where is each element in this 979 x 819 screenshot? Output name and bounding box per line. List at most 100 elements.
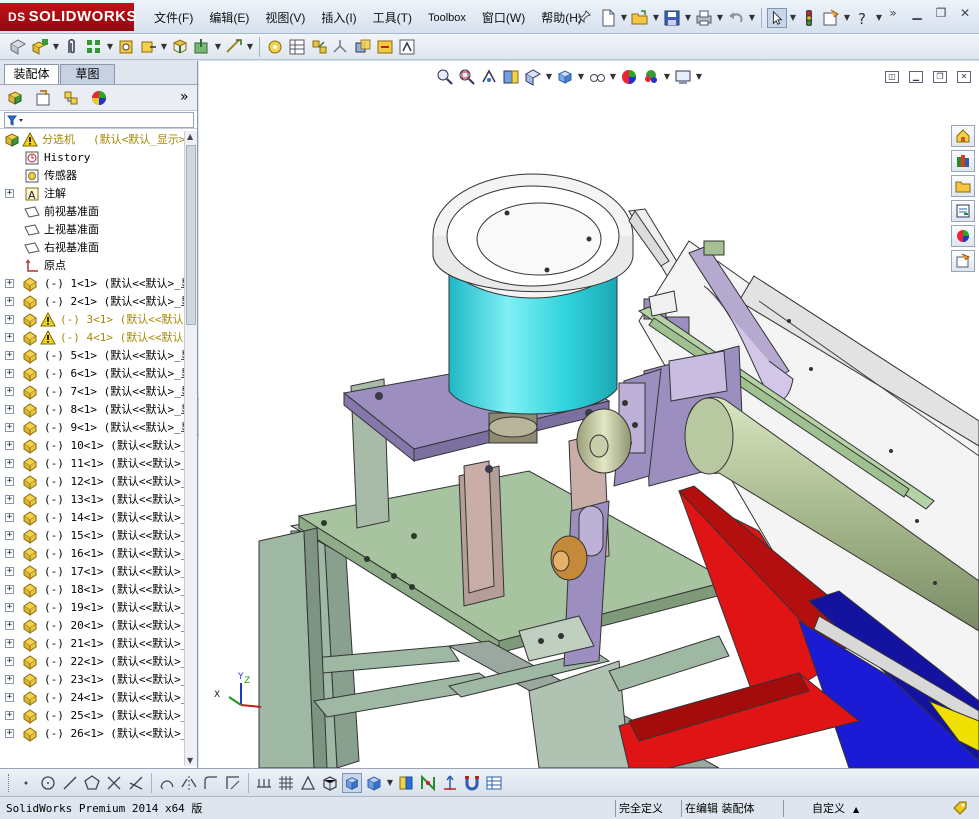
- convert-entities-icon[interactable]: [223, 773, 243, 793]
- feature-tree-icon[interactable]: [6, 89, 24, 107]
- previous-view-icon[interactable]: [479, 67, 499, 87]
- interference-detection-icon[interactable]: [353, 37, 373, 57]
- menu-file[interactable]: 文件(F): [146, 9, 201, 27]
- physical-dynamics-icon[interactable]: [418, 773, 438, 793]
- line-icon[interactable]: [60, 773, 80, 793]
- assembly-features-icon[interactable]: [192, 37, 212, 57]
- scroll-down-icon[interactable]: ▼: [187, 756, 193, 765]
- active-view-cube-icon[interactable]: [342, 772, 362, 793]
- chevron-down-icon[interactable]: ▼: [652, 8, 660, 28]
- component-properties-icon[interactable]: [396, 773, 416, 793]
- view-palette-tab[interactable]: [951, 200, 975, 222]
- chevron-down-icon[interactable]: ▼: [386, 773, 394, 793]
- help-icon[interactable]: ?: [853, 8, 873, 28]
- unit-system-selector[interactable]: 自定义 ▲: [812, 800, 859, 817]
- component-row[interactable]: + (-) 10<1> (默认<<默认>_: [0, 437, 184, 455]
- zoom-to-area-icon[interactable]: [457, 67, 477, 87]
- tree-item-right-plane[interactable]: 右视基准面: [0, 239, 184, 257]
- custom-properties-tab[interactable]: [951, 250, 975, 272]
- component-row[interactable]: + (-) 12<1> (默认<<默认>_: [0, 473, 184, 491]
- tree-item-top-plane[interactable]: 上视基准面: [0, 221, 184, 239]
- component-row[interactable]: + (-) 22<1> (默认<<默认>_: [0, 653, 184, 671]
- graphics-area[interactable]: Y X Z ▼ ▼ ▼ ▼ ▼ ◫ ▁ ❐ ✕: [199, 61, 979, 768]
- edit-appearance-icon[interactable]: [619, 67, 639, 87]
- expand-toggle[interactable]: +: [5, 585, 14, 594]
- expand-toggle[interactable]: +: [5, 333, 14, 342]
- mirror-icon[interactable]: [179, 773, 199, 793]
- file-explorer-tab[interactable]: [951, 175, 975, 197]
- expand-toggle[interactable]: +: [5, 567, 14, 576]
- tree-item-sensors[interactable]: 传感器: [0, 167, 184, 185]
- component-row[interactable]: + (-) 19<1> (默认<<默认>_: [0, 599, 184, 617]
- scrollbar-thumb[interactable]: [186, 145, 196, 325]
- menu-edit[interactable]: 编辑(E): [201, 9, 257, 27]
- menu-toolbox[interactable]: Toolbox: [420, 9, 474, 27]
- relations-icon[interactable]: [298, 773, 318, 793]
- property-manager-icon[interactable]: [34, 89, 52, 107]
- chevron-down-icon[interactable]: ▼: [214, 37, 222, 57]
- new-part-icon[interactable]: [30, 37, 50, 57]
- design-library-tab[interactable]: [951, 150, 975, 172]
- close-icon[interactable]: ✕: [957, 6, 973, 20]
- circle-icon[interactable]: [38, 773, 58, 793]
- restore-icon[interactable]: ❐: [933, 6, 949, 20]
- expand-toggle[interactable]: +: [5, 459, 14, 468]
- expand-arrows-icon[interactable]: »: [885, 6, 901, 20]
- chevron-down-icon[interactable]: ▼: [843, 8, 851, 28]
- 3d-box-icon[interactable]: [320, 773, 340, 793]
- zoom-to-fit-icon[interactable]: [435, 67, 455, 87]
- extend-icon[interactable]: [126, 773, 146, 793]
- component-row[interactable]: + (-) 11<1> (默认<<默认>_: [0, 455, 184, 473]
- pin-icon[interactable]: [577, 10, 591, 24]
- tab-sketch[interactable]: 草图: [60, 64, 115, 84]
- tag-icon[interactable]: [952, 800, 968, 816]
- expand-panel-icon[interactable]: »: [180, 89, 189, 105]
- component-row[interactable]: + (-) 6<1> (默认<<默认>_显: [0, 365, 184, 383]
- filter-funnel-icon[interactable]: [7, 115, 25, 126]
- component-row[interactable]: + (-) 25<1> (默认<<默认>_: [0, 707, 184, 725]
- chevron-down-icon[interactable]: ▼: [684, 8, 692, 28]
- component-row[interactable]: + (-) 7<1> (默认<<默认>_显: [0, 383, 184, 401]
- component-row[interactable]: + (-) 23<1> (默认<<默认>_: [0, 671, 184, 689]
- view-orientation-icon[interactable]: [523, 67, 543, 87]
- component-row[interactable]: + (-) 2<1> (默认<<默认>_显: [0, 293, 184, 311]
- show-hidden-icon[interactable]: [170, 37, 190, 57]
- expand-toggle[interactable]: +: [5, 657, 14, 666]
- component-row[interactable]: + (-) 15<1> (默认<<默认>_: [0, 527, 184, 545]
- polygon-icon[interactable]: [82, 773, 102, 793]
- chevron-down-icon[interactable]: ▼: [577, 67, 585, 87]
- tab-assembly[interactable]: 装配体: [4, 64, 59, 84]
- expand-toggle[interactable]: +: [5, 675, 14, 684]
- menu-insert[interactable]: 插入(I): [313, 9, 364, 27]
- expand-toggle[interactable]: +: [5, 639, 14, 648]
- chevron-down-icon[interactable]: ▼: [716, 8, 724, 28]
- file-properties-icon[interactable]: [821, 8, 841, 28]
- menu-tools[interactable]: 工具(T): [365, 9, 420, 27]
- expand-toggle[interactable]: +: [5, 423, 14, 432]
- magnet-mate-icon[interactable]: [462, 773, 482, 793]
- expand-toggle[interactable]: +: [5, 729, 14, 738]
- component-row[interactable]: + (-) 20<1> (默认<<默认>_: [0, 617, 184, 635]
- component-row[interactable]: + (-) 14<1> (默认<<默认>_: [0, 509, 184, 527]
- clearance-verification-icon[interactable]: [375, 37, 395, 57]
- chevron-down-icon[interactable]: ▼: [609, 67, 617, 87]
- solidworks-logo[interactable]: DS SOLIDWORKS: [0, 3, 137, 31]
- move-triad-icon[interactable]: [440, 773, 460, 793]
- mate-paperclip-icon[interactable]: [62, 37, 82, 57]
- configuration-manager-icon[interactable]: [62, 89, 80, 107]
- instant-3d-icon[interactable]: [397, 37, 417, 57]
- tree-scrollbar[interactable]: ▲ ▼: [184, 131, 197, 766]
- expand-toggle[interactable]: +: [5, 297, 14, 306]
- new-document-icon[interactable]: [598, 8, 618, 28]
- expand-toggle[interactable]: +: [5, 549, 14, 558]
- hide-show-items-icon[interactable]: [587, 67, 607, 87]
- expand-toggle[interactable]: +: [5, 477, 14, 486]
- exploded-view-icon[interactable]: [309, 37, 329, 57]
- viewport-close-icon[interactable]: ✕: [957, 71, 971, 83]
- component-row[interactable]: + (-) 17<1> (默认<<默认>_: [0, 563, 184, 581]
- solidworks-resources-tab[interactable]: [951, 125, 975, 147]
- component-row[interactable]: + (-) 5<1> (默认<<默认>_显: [0, 347, 184, 365]
- expand-toggle[interactable]: +: [5, 351, 14, 360]
- tree-filter-input[interactable]: [4, 112, 194, 128]
- tree-item-origin[interactable]: 原点: [0, 257, 184, 275]
